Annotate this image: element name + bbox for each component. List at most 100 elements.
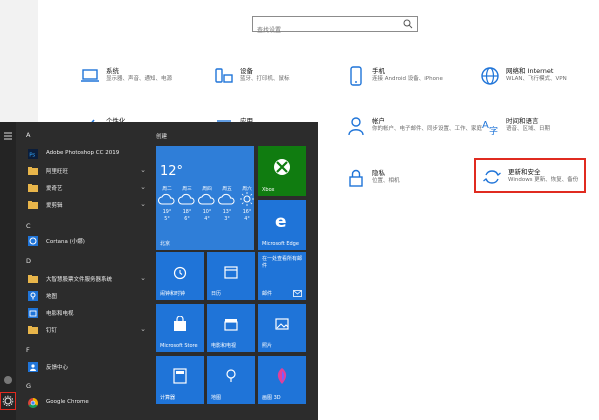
weather-high: 13° [222,210,232,215]
mail-tile[interactable]: 在一处查看所有邮件 邮件 [258,252,306,300]
settings-item-time-language[interactable]: A 字 时间和语言 语音、区域、日期 [480,114,598,148]
hamburger-menu-icon[interactable] [2,130,14,142]
photos-tile[interactable]: 照片 [258,304,306,352]
app-item-dazhihui[interactable]: 大智慧股票文件服务器系统 ⌄ [22,272,150,286]
tile-label: Xbox [262,187,275,193]
settings-item-phone[interactable]: 手机 连接 Android 设备、iPhone [346,64,464,98]
settings-item-title: 时间和语言 [506,117,539,125]
chevron-down-icon[interactable]: ⌄ [140,274,146,282]
weather-lows: 5° 6° 4° 3° 4° [158,217,256,222]
store-bag-icon [174,316,186,332]
cortana-icon [28,236,38,246]
app-item-google-chrome[interactable]: Google Chrome [22,396,150,410]
alarm-tile[interactable]: 闹钟和时钟 [156,252,204,300]
photo-icon [275,318,289,330]
settings-search-box[interactable] [252,16,418,38]
app-item-movies-tv[interactable]: 电影和电视 [22,306,150,320]
app-item-aijianji[interactable]: 爱剪辑 ⌄ [22,198,150,212]
laptop-icon [81,69,99,82]
app-item-feedback-hub[interactable]: 反馈中心 [22,360,150,374]
cloud-icon [178,193,195,205]
settings-item-title: 设备 [240,67,253,75]
svg-text:e: e [275,212,287,230]
weather-day: 周五 [222,187,232,192]
settings-item-subtitle: WLAN、飞行模式、VPN [506,76,567,82]
app-item-label: Google Chrome [46,399,89,405]
movies-tile[interactable]: 电影和电视 [207,304,255,352]
tiles-group-header[interactable]: 创建 [156,132,167,140]
svg-text:字: 字 [489,125,498,136]
sun-icon [240,192,254,206]
store-tile[interactable]: Microsoft Store [156,304,204,352]
language-icon: A 字 [482,120,498,136]
letter-header[interactable]: D [26,257,31,265]
phone-icon [350,66,362,86]
app-item-aliwangwang[interactable]: 阿里旺旺 ⌄ [22,164,150,178]
letter-header[interactable]: G [26,382,31,390]
xbox-tile[interactable]: Xbox [258,146,306,196]
settings-item-privacy[interactable]: 隐私 位置、相机 [346,166,464,200]
app-item-iqiyi[interactable]: 爱奇艺 ⌄ [22,181,150,195]
search-icon[interactable] [403,19,413,29]
app-item-dingtalk[interactable]: 钉钉 ⌄ [22,323,150,337]
weather-temperature: 12° [160,164,184,179]
settings-item-title: 系统 [106,67,119,75]
app-item-cortana[interactable]: Cortana (小娜) [22,234,150,248]
weather-highs: 19° 18° 10° 13° 16° [158,210,256,215]
letter-header[interactable]: A [26,131,30,139]
lock-icon [349,169,363,187]
edge-icon: e [275,212,287,230]
weather-day: 周三 [182,187,192,192]
settings-item-accounts[interactable]: 帐户 你的帐户、电子邮件、同步设置、工作、家庭 [346,114,482,148]
tile-label: 电影和电视 [211,343,237,349]
weather-low: 4° [244,217,250,222]
app-item-label: 电影和电视 [46,311,74,317]
app-item-label: 爱奇艺 [46,186,63,192]
chevron-down-icon[interactable]: ⌄ [140,183,146,191]
settings-item-network[interactable]: 网络和 Internet WLAN、飞行模式、VPN [480,64,598,98]
app-item-label: 钉钉 [46,328,58,334]
settings-item-subtitle: 你的帐户、电子邮件、同步设置、工作、家庭 [372,126,483,132]
paint3d-tile[interactable]: 画图 3D [258,356,306,404]
chevron-down-icon[interactable]: ⌄ [140,200,146,208]
settings-search-input[interactable] [253,23,393,38]
feedback-icon [28,362,38,372]
photoshop-icon: Ps [28,149,38,159]
tile-label: 邮件 [262,291,273,297]
weather-low: 3° [224,217,230,222]
edge-tile[interactable]: e Microsoft Edge [258,200,306,250]
chevron-down-icon[interactable]: ⌄ [140,325,146,333]
letter-header[interactable]: C [26,222,31,230]
app-item-label: 阿里旺旺 [46,169,69,175]
calculator-icon [173,368,187,384]
folder-icon [28,184,38,192]
calendar-tile[interactable]: 日历 [207,252,255,300]
settings-item-subtitle: 连接 Android 设备、iPhone [372,76,443,82]
app-item-photoshop[interactable]: Ps Adobe Photoshop CC 2019 [22,147,150,161]
tile-label: 画图 3D [262,395,281,401]
app-item-label: 爱剪辑 [46,203,63,209]
settings-item-title: 帐户 [372,117,385,125]
user-avatar-icon[interactable] [2,374,14,386]
tile-label: Microsoft Edge [262,241,299,247]
settings-item-devices[interactable]: 设备 蓝牙、打印机、鼠标 [214,64,332,98]
alarm-clock-icon [173,267,187,280]
weather-city: 北京 [160,241,171,247]
svg-text:A: A [482,120,489,131]
weather-low: 6° [184,217,190,222]
maps-tile[interactable]: 地图 [207,356,255,404]
weather-tile[interactable]: 12° 周二 周三 周四 周五 周六 19° 18° 10° 13° 16° 5… [156,146,254,250]
weather-icons [158,192,256,206]
calculator-tile[interactable]: 计算器 [156,356,204,404]
folder-icon [28,275,38,283]
chevron-down-icon[interactable]: ⌄ [140,166,146,174]
app-item-maps[interactable]: 地图 [22,289,150,303]
settings-item-system[interactable]: 系统 显示器、声音、通知、电源 [80,64,198,98]
tile-label: 照片 [262,343,273,349]
cloud-icon [218,193,235,205]
settings-item-subtitle: 蓝牙、打印机、鼠标 [240,76,290,82]
tile-label: 地图 [211,395,222,401]
update-security-highlight [474,158,586,193]
letter-header[interactable]: F [26,346,30,354]
settings-item-title: 手机 [372,67,385,75]
